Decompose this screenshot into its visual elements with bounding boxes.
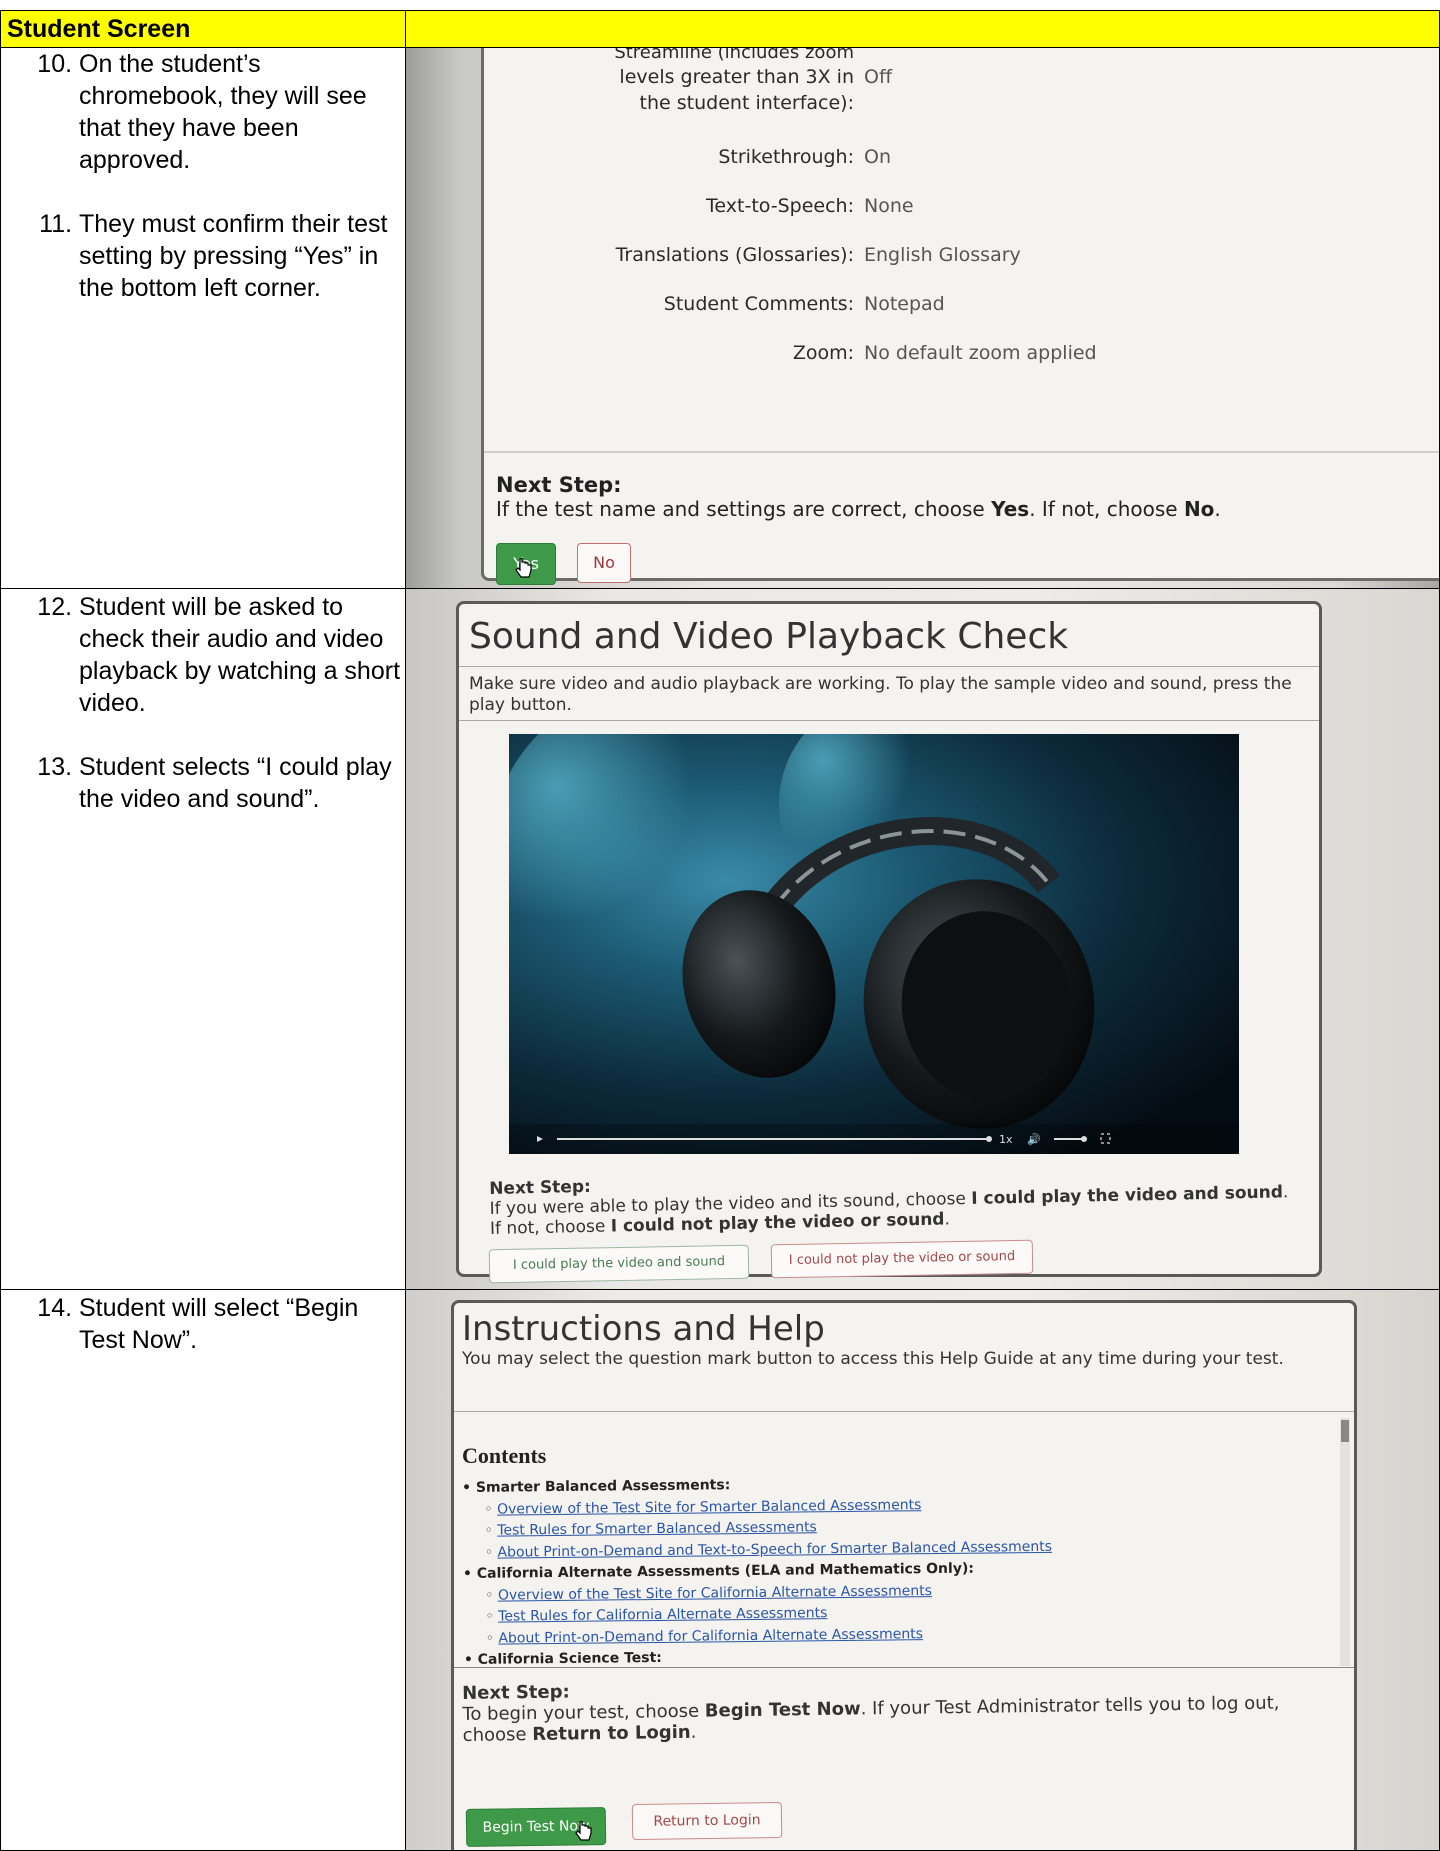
step-row-begin-test: Student will select “Begin Test Now”. In… [0,1289,1440,1851]
hand-cursor-icon [515,558,532,578]
step-list: On the student’s chromebook, they will s… [1,48,405,304]
step-list: Student will select “Begin Test Now”. [1,1290,405,1356]
intro-text: Make sure video and audio playback are w… [469,674,1292,715]
divider [454,1667,1354,1668]
setting-label: Strikethrough: [718,146,854,168]
step-11: They must confirm their test setting by … [79,208,405,304]
settings-screen: Streamline (includes zoom levels greater… [481,48,1439,585]
instructions-screenshot: Instructions and Help You may select the… [406,1290,1439,1850]
divider [454,1411,1354,1412]
next-step: Next Step: To begin your test, choose Be… [462,1671,1343,1745]
sound-check-screen: Sound and Video Playback Check Make sure… [456,601,1322,1284]
page-title: Sound and Video Playback Check [469,616,1069,657]
headphones-image [509,734,1095,1129]
next-step: Next Step: If the test name and settings… [496,473,1221,521]
divider [459,666,1319,667]
setting-label: Text-to-Speech: [706,195,854,217]
step-14: Student will select “Begin Test Now”. [79,1292,405,1356]
step-10: On the student’s chromebook, they will s… [79,48,405,176]
settings-screenshot: Streamline (includes zoom levels greater… [406,48,1439,588]
divider [459,720,1319,721]
sample-video[interactable]: 1x 🔊 [509,734,1239,1154]
setting-label: Student Comments: [663,293,854,315]
instructions-screen: Instructions and Help You may select the… [451,1300,1357,1850]
divider [484,451,1439,453]
table-of-contents: Smarter Balanced Assessments: Overview o… [462,1472,1053,1666]
contents-heading: Contents [462,1443,547,1468]
next-step-text: If the test name and settings are correc… [496,497,1221,521]
setting-value: No default zoom applied [864,342,1097,364]
play-icon [537,1136,543,1142]
step-row-sound-check: Student will be asked to check their aud… [0,588,1440,1290]
page-title: Instructions and Help [462,1309,825,1349]
setting-label: Translations (Glossaries): [615,244,854,266]
header-row: Student Screen [0,10,1440,48]
step-row-confirm-settings: On the student’s chromebook, they will s… [0,47,1440,589]
setting-value: On [864,146,891,168]
help-contents: Contents Smarter Balanced Assessments: O… [454,1418,1336,1666]
step-list: Student will be asked to check their aud… [1,589,405,815]
next-step: Next Step: If you were able to play the … [489,1162,1290,1239]
video-controls: 1x 🔊 [509,1124,1239,1154]
contents-scrollbar[interactable] [1340,1418,1350,1666]
hand-cursor-icon [575,1821,592,1841]
scrollbar-thumb[interactable] [1341,1420,1349,1442]
header-label: Student Screen [7,15,191,43]
setting-label: levels greater than 3X in the student in… [619,66,854,114]
no-button[interactable]: No [577,543,631,583]
speed-label: 1x [999,1133,1013,1146]
setting-value: Off [864,66,893,88]
next-step-title: Next Step: [496,473,622,497]
could-play-button[interactable]: I could play the video and sound [488,1244,750,1284]
sound-check-screenshot: Sound and Video Playback Check Make sure… [406,589,1439,1289]
setting-value: None [864,195,914,217]
intro-text: You may select the question mark button … [462,1349,1284,1369]
volume-icon: 🔊 [1027,1132,1041,1146]
setting-label: Zoom: [792,342,854,364]
return-to-login-button[interactable]: Return to Login [631,1801,783,1841]
setting-value: English Glossary [864,244,1021,266]
instruction-table: Student Screen On the student’s chromebo… [0,10,1440,1851]
step-13: Student selects “I could play the video … [79,751,405,815]
step-12: Student will be asked to check their aud… [79,591,405,719]
setting-value: Notepad [864,293,945,315]
fullscreen-icon [1100,1133,1111,1144]
could-not-play-button[interactable]: I could not play the video or sound [770,1239,1034,1279]
